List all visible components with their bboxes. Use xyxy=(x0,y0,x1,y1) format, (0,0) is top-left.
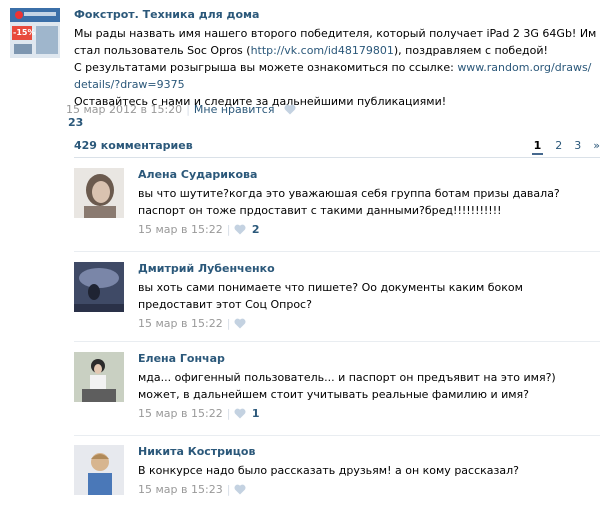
pagination: 1 2 3 » xyxy=(520,139,600,155)
heart-icon[interactable] xyxy=(284,104,296,115)
heart-icon[interactable] xyxy=(234,224,246,235)
divider xyxy=(74,341,600,342)
comment-date[interactable]: 15 мар в 15:22 xyxy=(138,223,223,236)
comments-header: 429 комментариев 1 2 3 » xyxy=(74,139,600,158)
heart-icon[interactable] xyxy=(234,484,246,495)
avatar[interactable] xyxy=(74,445,124,495)
comment-text: В конкурсе надо было рассказать друзьям!… xyxy=(138,464,519,477)
comment-date[interactable]: 15 мар в 15:22 xyxy=(138,407,223,420)
page-2[interactable]: 2 xyxy=(555,139,562,152)
avatar[interactable] xyxy=(74,262,124,312)
comment-meta: 15 мар в 15:22 | 1 xyxy=(138,407,260,420)
group-avatar[interactable]: -15% xyxy=(10,8,60,58)
avatar[interactable] xyxy=(74,352,124,402)
post-text-line-1: Мы рады назвать имя нашего второго побед… xyxy=(74,27,597,40)
comment-author[interactable]: Алена Сударикова xyxy=(138,168,600,181)
comment-meta: 15 мар в 15:22 | xyxy=(138,317,600,333)
comment-date[interactable]: 15 мар в 15:23 xyxy=(138,483,223,496)
post-meta: 15 мар 2012 в 15:20 | Мне нравится 23 xyxy=(66,103,306,129)
post-text-line-2b: ), поздравляем с победой! xyxy=(393,44,548,57)
comment-author[interactable]: Никита Кострицов xyxy=(138,445,600,458)
comment-date[interactable]: 15 мар в 15:22 xyxy=(138,317,223,330)
comment-meta: 15 мар в 15:23 | xyxy=(138,483,600,499)
post-author[interactable]: Фокстрот. Техника для дома xyxy=(74,8,604,21)
page-1[interactable]: 1 xyxy=(531,139,544,155)
draw-results-link[interactable]: www.random.org/draws/ xyxy=(457,61,591,74)
avatar[interactable] xyxy=(74,168,124,218)
next-page[interactable]: » xyxy=(593,139,600,152)
like-count: 23 xyxy=(68,116,84,129)
heart-icon[interactable] xyxy=(234,408,246,419)
comment-author[interactable]: Дмитрий Лубенченко xyxy=(138,262,600,275)
comment-text: вы хоть сами понимаете что пишете? Оо до… xyxy=(138,281,523,311)
comment-author[interactable]: Елена Гончар xyxy=(138,352,600,365)
comment-meta: 15 мар в 15:22 | 2 xyxy=(138,223,260,236)
post-text-line-2a: стал пользователь Soc Opros ( xyxy=(74,44,251,57)
post-text: Мы рады назвать имя нашего второго побед… xyxy=(74,25,604,110)
post-date[interactable]: 15 мар 2012 в 15:20 xyxy=(66,103,182,116)
draw-results-link-cont[interactable]: details/?draw=9375 xyxy=(74,78,185,91)
comment-text: вы что шутите?когда это уважаюшая себя г… xyxy=(138,187,560,217)
divider xyxy=(74,251,600,252)
heart-icon[interactable] xyxy=(234,318,246,329)
post-text-line-3: С результатами розыгрыша вы можете ознак… xyxy=(74,61,458,74)
page-3[interactable]: 3 xyxy=(574,139,581,152)
comment-like-count: 1 xyxy=(251,407,260,420)
comment-like-count: 2 xyxy=(251,223,260,236)
avatar-badge: -15% xyxy=(13,28,36,37)
winner-profile-link[interactable]: http://vk.com/id48179801 xyxy=(251,44,394,57)
like-button[interactable]: Мне нравится xyxy=(194,103,275,116)
comment-text: мда... офигенный пользователь... и паспо… xyxy=(138,371,556,401)
comments-count[interactable]: 429 комментариев xyxy=(74,139,193,152)
divider xyxy=(74,435,600,436)
